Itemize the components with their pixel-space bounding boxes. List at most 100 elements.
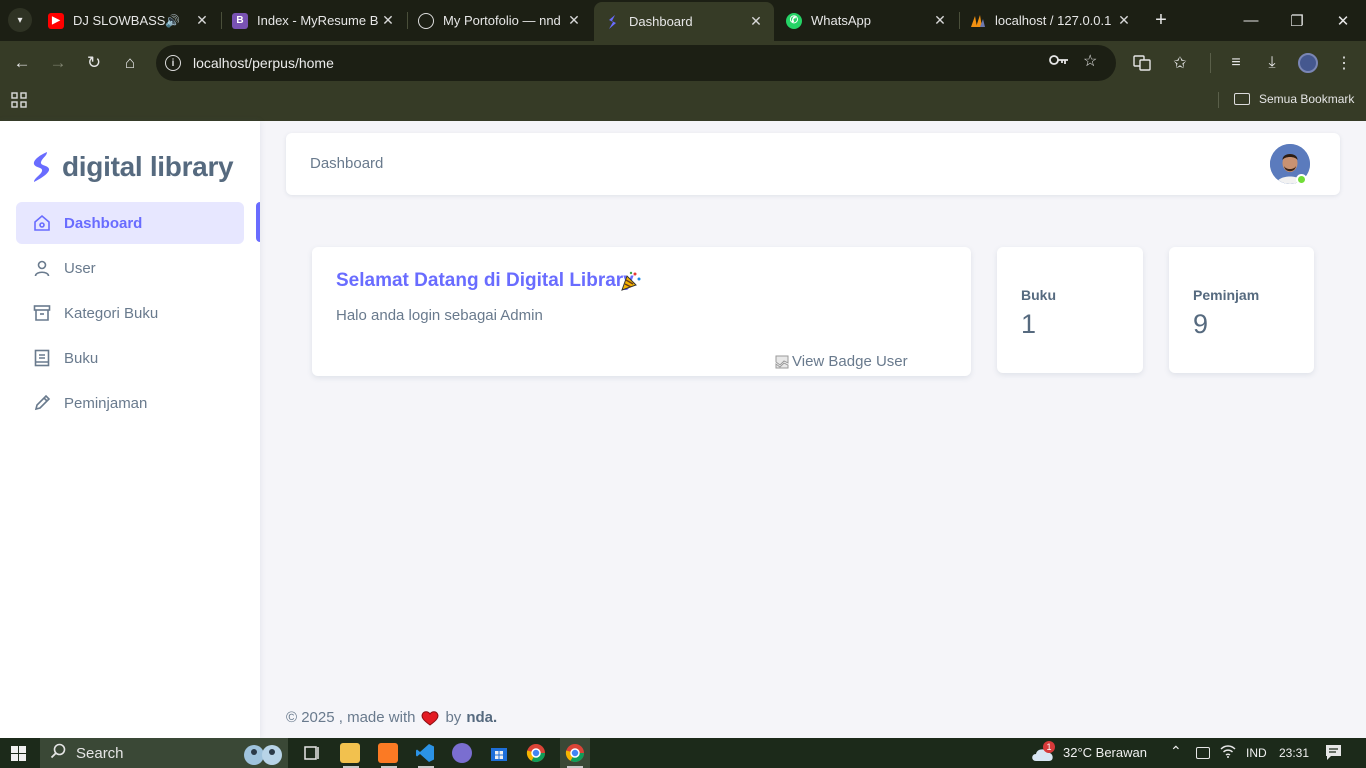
stat-label: Peminjam <box>1193 287 1260 303</box>
favorites-icon[interactable]: ✩ <box>1168 51 1192 75</box>
forward-icon[interactable]: → <box>46 51 70 75</box>
bootstrap-icon: B <box>232 12 248 29</box>
file-explorer-icon[interactable] <box>340 743 360 763</box>
close-tab-icon[interactable]: ✕ <box>746 13 766 30</box>
weather-text[interactable]: 32°C Berawan <box>1063 745 1147 760</box>
welcome-card: Selamat Datang di Digital Library Halo a… <box>312 247 971 376</box>
all-bookmarks-button[interactable]: Semua Bookmark <box>1234 92 1354 106</box>
bookmarks-bar <box>0 85 1366 121</box>
sidebar-item-label: Dashboard <box>64 214 143 232</box>
sidebar-item-peminjaman[interactable]: Peminjaman <box>16 382 244 424</box>
translate-icon[interactable] <box>1130 51 1154 75</box>
party-popper-icon <box>621 271 641 291</box>
online-status-dot <box>1296 174 1307 185</box>
chevron-up-icon[interactable]: ⌃ <box>1170 743 1182 760</box>
new-tab-icon[interactable]: + <box>1150 9 1172 31</box>
close-tab-icon[interactable]: ✕ <box>1114 12 1134 29</box>
brand[interactable]: digital library <box>30 151 234 183</box>
stat-value: 9 <box>1193 309 1209 339</box>
folder-icon <box>1234 93 1250 105</box>
windows-start-icon[interactable] <box>11 746 26 766</box>
tab-portofolio[interactable]: My Portofolio — nnd ✕ <box>408 0 592 41</box>
archive-icon <box>32 303 52 323</box>
address-bar[interactable]: i localhost/perpus/home <box>156 45 1116 81</box>
speaker-icon[interactable]: 🔊 <box>165 14 180 28</box>
youtube-icon: ▶ <box>48 12 64 29</box>
sidebar-item-label: Peminjaman <box>64 394 148 412</box>
stat-card-peminjam: Peminjam 9 <box>1169 247 1314 373</box>
close-window-icon[interactable]: ✕ <box>1320 0 1366 41</box>
back-icon[interactable]: ← <box>10 51 34 75</box>
footer-author[interactable]: nda. <box>466 709 497 726</box>
sidebar-item-dashboard[interactable]: Dashboard <box>16 202 244 244</box>
reload-icon[interactable]: ↻ <box>82 51 106 75</box>
stat-value: 1 <box>1021 309 1037 339</box>
taskbar-search[interactable]: Search <box>40 738 288 768</box>
discord-icon[interactable] <box>452 743 472 763</box>
top-navbar: Dashboard <box>286 133 1340 195</box>
sidebar-item-buku[interactable]: Buku <box>16 337 244 379</box>
close-tab-icon[interactable]: ✕ <box>192 12 212 29</box>
browser-toolbar: ← → ↻ ⌂ i localhost/perpus/home ☆ ✩ ≡ ⤓ … <box>0 41 1366 85</box>
windows-taskbar: Search 32°C Berawan ⌃ IND 23:31 <box>0 738 1366 768</box>
restore-icon[interactable]: ❐ <box>1274 0 1320 41</box>
brand-logo-icon <box>33 152 50 182</box>
search-highlight-icon <box>240 739 288 768</box>
xampp-icon[interactable] <box>378 743 398 763</box>
user-icon <box>32 258 52 278</box>
menu-icon[interactable]: ⋮ <box>1332 51 1356 75</box>
tab-dashboard[interactable]: Dashboard ✕ <box>594 2 774 41</box>
apps-grid-icon[interactable] <box>11 92 27 113</box>
search-icon <box>50 743 66 763</box>
weather-notification-badge: 1 <box>1043 741 1055 753</box>
book-icon <box>32 348 52 368</box>
sidebar-item-user[interactable]: User <box>16 247 244 289</box>
task-view-icon[interactable] <box>302 743 322 763</box>
site-info-icon[interactable]: i <box>165 55 181 71</box>
footer-by: by <box>445 709 462 726</box>
language-indicator[interactable]: IND <box>1246 746 1267 760</box>
password-key-icon[interactable] <box>1049 53 1069 71</box>
close-tab-icon[interactable]: ✕ <box>564 12 584 29</box>
chrome-icon[interactable] <box>526 743 546 763</box>
bookmark-star-icon[interactable]: ☆ <box>1083 51 1097 71</box>
close-tab-icon[interactable]: ✕ <box>378 12 398 29</box>
minimize-icon[interactable]: — <box>1228 0 1274 41</box>
home-browser-icon[interactable]: ⌂ <box>118 51 142 75</box>
active-menu-indicator <box>256 202 260 242</box>
clock[interactable]: 23:31 <box>1279 746 1309 760</box>
profile-icon[interactable] <box>1298 53 1318 73</box>
chrome-active-icon[interactable] <box>560 738 590 768</box>
whatsapp-icon: ✆ <box>786 12 802 29</box>
badge-image: View Badge User <box>774 353 908 370</box>
heart-icon <box>422 710 439 726</box>
wifi-icon[interactable] <box>1220 744 1236 761</box>
vscode-icon[interactable] <box>415 743 435 763</box>
tab-youtube[interactable]: ▶ DJ SLOWBASS TE 🔊 ✕ <box>38 0 220 41</box>
notification-icon[interactable] <box>1325 744 1342 766</box>
sidebar-item-kategori-buku[interactable]: Kategori Buku <box>16 292 244 334</box>
tab-whatsapp[interactable]: ✆ WhatsApp ✕ <box>776 0 958 41</box>
tab-search-button[interactable]: ▾ <box>8 8 32 32</box>
media-control-icon[interactable]: ≡ <box>1224 51 1248 75</box>
sidebar-item-label: User <box>64 259 96 277</box>
digital-library-icon <box>604 14 620 30</box>
pencil-icon <box>32 393 52 413</box>
url-text[interactable]: localhost/perpus/home <box>193 55 334 71</box>
download-icon[interactable]: ⤓ <box>1260 51 1284 75</box>
stat-label: Buku <box>1021 287 1056 303</box>
sidebar-item-label: Buku <box>64 349 99 367</box>
battery-icon[interactable] <box>1196 747 1210 759</box>
close-tab-icon[interactable]: ✕ <box>930 12 950 29</box>
sidebar-item-label: Kategori Buku <box>64 304 159 322</box>
broken-image-icon <box>775 355 789 368</box>
welcome-title: Selamat Datang di Digital Library <box>336 270 634 291</box>
sidebar-menu: Dashboard User Kategori Buku Buku Peminj… <box>16 202 244 427</box>
tab-myresume[interactable]: B Index - MyResume Bo ✕ <box>222 0 406 41</box>
brand-name: digital library <box>62 151 234 182</box>
store-icon[interactable] <box>489 743 509 763</box>
sidebar: digital library Dashboard User Kategori … <box>0 121 260 738</box>
globe-icon <box>418 12 434 29</box>
phpmyadmin-icon <box>970 13 986 29</box>
tab-phpmyadmin[interactable]: localhost / 127.0.0.1 / ✕ <box>960 0 1142 41</box>
